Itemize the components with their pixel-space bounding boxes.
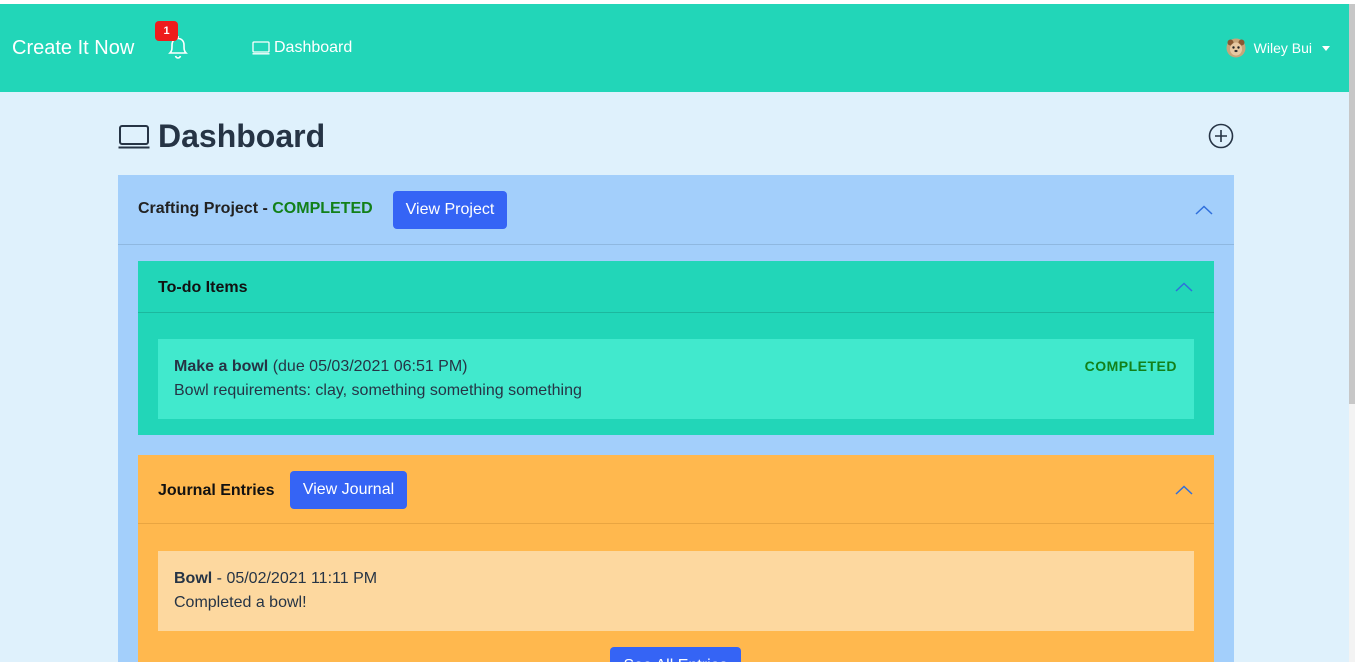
todo-item-description: Bowl requirements: clay, something somet… [174,382,582,399]
scrollbar-thumb[interactable] [1349,4,1355,404]
caret-down-icon [1322,45,1330,51]
todo-item-due: (due 05/03/2021 06:51 PM) [272,358,468,375]
chevron-up-icon[interactable] [1195,205,1213,215]
project-title: Crafting Project - COMPLETED [138,200,373,218]
todo-item-name: Make a bowl (due 05/03/2021 06:51 PM) [174,358,468,376]
brand-link[interactable]: Create It Now [12,37,134,60]
project-header: Crafting Project - COMPLETED View Projec… [118,175,1234,245]
project-separator: - [258,200,273,217]
avatar [1226,38,1246,58]
monitor-icon [252,41,270,55]
nav-dashboard-label: Dashboard [274,39,353,56]
nav-dashboard-link[interactable]: Dashboard [252,39,352,57]
journal-header: Journal Entries View Journal [138,455,1214,524]
user-name: Wiley Bui [1253,40,1312,56]
journal-title: Journal Entries [158,482,275,499]
page-title: Dashboard [118,118,325,155]
navbar: Create It Now 1 Dashboard Wiley Bui [0,4,1355,92]
plus-circle-icon[interactable] [1208,123,1234,149]
todo-item-status: COMPLETED [1084,358,1177,374]
journal-entry-text: Completed a bowl! [174,594,307,611]
view-project-button[interactable]: View Project [393,191,507,229]
todo-header: To-do Items [138,261,1214,313]
project-status: COMPLETED [272,200,373,217]
see-all-entries-button[interactable]: See All Entries [610,647,741,662]
view-journal-button[interactable]: View Journal [290,471,407,509]
journal-entry-heading: Bowl - 05/02/2021 11:11 PM [174,570,377,588]
page-title-text: Dashboard [158,118,326,154]
journal-entry-date: - 05/02/2021 11:11 PM [212,570,378,587]
monitor-icon [118,124,150,148]
project-card: Crafting Project - COMPLETED View Projec… [118,175,1234,662]
todo-item[interactable]: Make a bowl (due 05/03/2021 06:51 PM) Bo… [158,339,1194,419]
journal-card: Journal Entries View Journal Bowl - 05/0… [138,455,1214,662]
project-name: Crafting Project [138,200,259,217]
user-menu[interactable]: Wiley Bui [1226,38,1330,58]
chevron-up-icon[interactable] [1175,485,1193,495]
journal-entry-title: Bowl [174,570,213,587]
todo-item-title: Make a bowl [174,358,269,375]
todo-title: To-do Items [158,279,248,296]
chevron-up-icon[interactable] [1175,282,1193,292]
notification-badge: 1 [155,21,178,41]
todo-card: To-do Items Make a bowl (due 05/03/2021 … [138,261,1214,435]
journal-entry[interactable]: Bowl - 05/02/2021 11:11 PM Completed a b… [158,551,1194,631]
